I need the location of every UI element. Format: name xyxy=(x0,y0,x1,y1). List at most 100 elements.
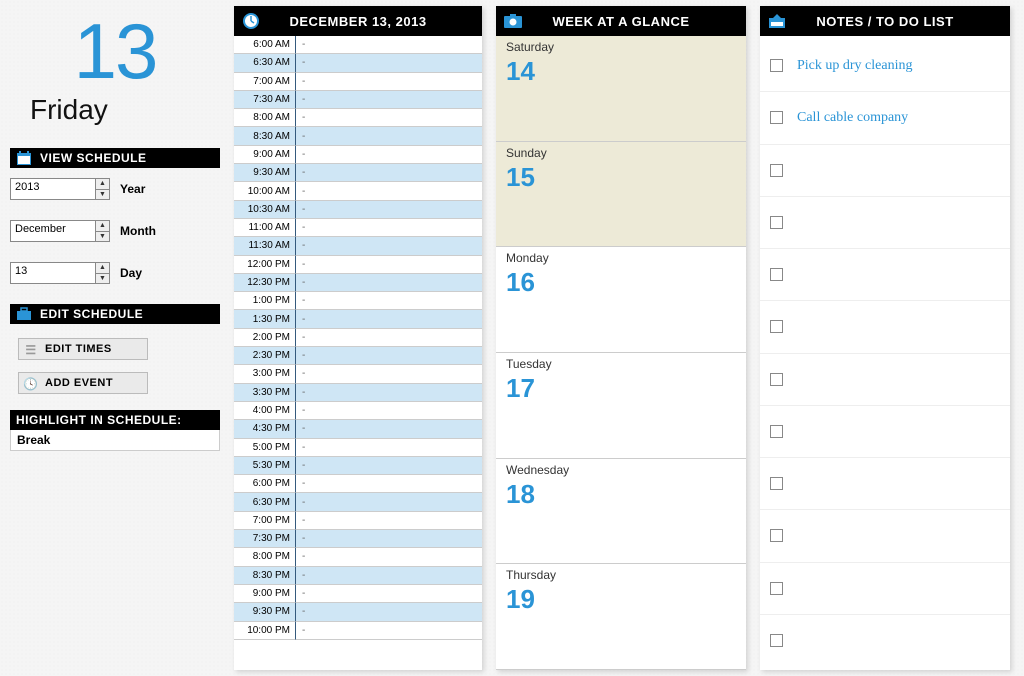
month-picker[interactable]: December ▲▼ xyxy=(10,220,110,242)
slot-event[interactable]: - xyxy=(296,54,482,72)
slot-event[interactable]: - xyxy=(296,603,482,621)
slot-event[interactable]: - xyxy=(296,329,482,347)
note-text[interactable]: Call cable company xyxy=(797,110,908,126)
slot-event[interactable]: - xyxy=(296,256,482,274)
time-slot[interactable]: 1:30 PM- xyxy=(234,310,482,328)
week-day[interactable]: Monday16 xyxy=(496,247,746,353)
time-slot[interactable]: 10:00 AM- xyxy=(234,182,482,200)
slot-event[interactable]: - xyxy=(296,548,482,566)
time-slot[interactable]: 9:30 PM- xyxy=(234,603,482,621)
slot-event[interactable]: - xyxy=(296,36,482,54)
time-slot[interactable]: 8:30 AM- xyxy=(234,127,482,145)
slot-event[interactable]: - xyxy=(296,622,482,640)
time-slot[interactable]: 2:00 PM- xyxy=(234,329,482,347)
week-day[interactable]: Saturday14 xyxy=(496,36,746,142)
slot-event[interactable]: - xyxy=(296,182,482,200)
slot-event[interactable]: - xyxy=(296,457,482,475)
note-text[interactable]: Pick up dry cleaning xyxy=(797,58,912,74)
time-slot[interactable]: 7:00 PM- xyxy=(234,512,482,530)
time-slot[interactable]: 6:30 AM- xyxy=(234,54,482,72)
time-slot[interactable]: 12:30 PM- xyxy=(234,274,482,292)
time-slot[interactable]: 10:00 PM- xyxy=(234,622,482,640)
week-day[interactable]: Sunday15 xyxy=(496,142,746,248)
time-slot[interactable]: 8:00 PM- xyxy=(234,548,482,566)
note-checkbox[interactable] xyxy=(770,373,783,386)
slot-event[interactable]: - xyxy=(296,585,482,603)
slot-event[interactable]: - xyxy=(296,512,482,530)
note-checkbox[interactable] xyxy=(770,59,783,72)
time-slot[interactable]: 4:00 PM- xyxy=(234,402,482,420)
time-slot[interactable]: 7:30 PM- xyxy=(234,530,482,548)
month-spinner[interactable]: ▲▼ xyxy=(95,221,109,241)
slot-event[interactable]: - xyxy=(296,402,482,420)
slot-event[interactable]: - xyxy=(296,439,482,457)
time-slot[interactable]: 10:30 AM- xyxy=(234,201,482,219)
day-spinner[interactable]: ▲▼ xyxy=(95,263,109,283)
time-slot[interactable]: 8:00 AM- xyxy=(234,109,482,127)
week-day-number: 16 xyxy=(506,267,535,298)
year-picker[interactable]: 2013 ▲▼ xyxy=(10,178,110,200)
time-slot[interactable]: 7:30 AM- xyxy=(234,91,482,109)
note-checkbox[interactable] xyxy=(770,529,783,542)
slot-event[interactable]: - xyxy=(296,91,482,109)
time-slot[interactable]: 6:00 AM- xyxy=(234,36,482,54)
time-slot[interactable]: 9:00 PM- xyxy=(234,585,482,603)
time-slot[interactable]: 5:00 PM- xyxy=(234,439,482,457)
year-spinner[interactable]: ▲▼ xyxy=(95,179,109,199)
day-picker[interactable]: 13 ▲▼ xyxy=(10,262,110,284)
time-slot[interactable]: 3:00 PM- xyxy=(234,365,482,383)
add-event-button[interactable]: 🕓 ADD EVENT xyxy=(18,372,148,394)
week-day[interactable]: Wednesday18 xyxy=(496,459,746,565)
time-slot[interactable]: 9:30 AM- xyxy=(234,164,482,182)
slot-event[interactable]: - xyxy=(296,164,482,182)
slot-event[interactable]: - xyxy=(296,274,482,292)
edit-times-button[interactable]: ☰ EDIT TIMES xyxy=(18,338,148,360)
slot-event[interactable]: - xyxy=(296,237,482,255)
note-checkbox[interactable] xyxy=(770,320,783,333)
note-checkbox[interactable] xyxy=(770,477,783,490)
slot-event[interactable]: - xyxy=(296,365,482,383)
highlight-value[interactable]: Break xyxy=(10,430,220,451)
time-slot[interactable]: 7:00 AM- xyxy=(234,73,482,91)
time-slot[interactable]: 6:30 PM- xyxy=(234,493,482,511)
note-checkbox[interactable] xyxy=(770,216,783,229)
week-day[interactable]: Thursday19 xyxy=(496,564,746,670)
slot-event[interactable]: - xyxy=(296,127,482,145)
slot-event[interactable]: - xyxy=(296,567,482,585)
slot-event[interactable]: - xyxy=(296,292,482,310)
time-slot[interactable]: 2:30 PM- xyxy=(234,347,482,365)
slot-event[interactable]: - xyxy=(296,420,482,438)
slot-event[interactable]: - xyxy=(296,475,482,493)
time-slot[interactable]: 1:00 PM- xyxy=(234,292,482,310)
note-checkbox[interactable] xyxy=(770,164,783,177)
note-checkbox[interactable] xyxy=(770,268,783,281)
slot-event[interactable]: - xyxy=(296,530,482,548)
time-slot[interactable]: 3:30 PM- xyxy=(234,384,482,402)
slot-event[interactable]: - xyxy=(296,493,482,511)
time-slot[interactable]: 12:00 PM- xyxy=(234,256,482,274)
slot-event[interactable]: - xyxy=(296,384,482,402)
slot-time: 4:00 PM xyxy=(234,402,296,420)
slot-time: 9:30 AM xyxy=(234,164,296,182)
time-slot[interactable]: 11:30 AM- xyxy=(234,237,482,255)
week-body: Saturday14Sunday15Monday16Tuesday17Wedne… xyxy=(496,36,746,670)
slot-time: 10:00 PM xyxy=(234,622,296,640)
slot-event[interactable]: - xyxy=(296,109,482,127)
note-checkbox[interactable] xyxy=(770,582,783,595)
slot-event[interactable]: - xyxy=(296,219,482,237)
slot-event[interactable]: - xyxy=(296,146,482,164)
note-checkbox[interactable] xyxy=(770,634,783,647)
time-slot[interactable]: 4:30 PM- xyxy=(234,420,482,438)
time-slot[interactable]: 6:00 PM- xyxy=(234,475,482,493)
time-slot[interactable]: 9:00 AM- xyxy=(234,146,482,164)
time-slot[interactable]: 5:30 PM- xyxy=(234,457,482,475)
slot-event[interactable]: - xyxy=(296,73,482,91)
slot-event[interactable]: - xyxy=(296,201,482,219)
note-checkbox[interactable] xyxy=(770,111,783,124)
week-day[interactable]: Tuesday17 xyxy=(496,353,746,459)
note-checkbox[interactable] xyxy=(770,425,783,438)
slot-event[interactable]: - xyxy=(296,310,482,328)
time-slot[interactable]: 11:00 AM- xyxy=(234,219,482,237)
slot-event[interactable]: - xyxy=(296,347,482,365)
time-slot[interactable]: 8:30 PM- xyxy=(234,567,482,585)
